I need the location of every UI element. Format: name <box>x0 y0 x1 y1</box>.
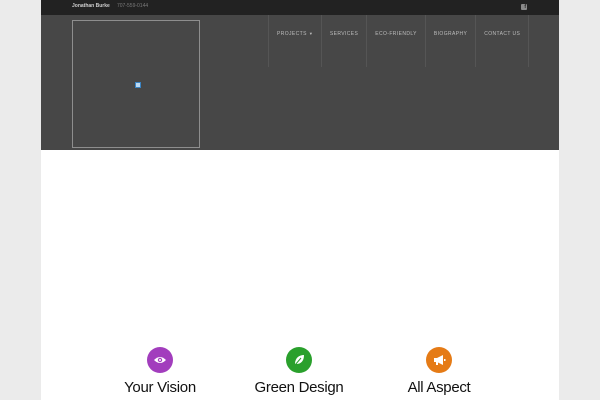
megaphone-icon <box>426 347 452 373</box>
top-bar: Jonathan Burke 707-559-0144 f <box>41 0 559 15</box>
feature-all-aspect: All Aspect <box>369 347 509 396</box>
nav-item-projects[interactable]: Projects ▼ <box>268 15 321 67</box>
feature-your-vision: Your Vision <box>90 347 230 396</box>
owner-name: Jonathan Burke <box>72 3 110 9</box>
feature-title: Your Vision <box>124 379 196 396</box>
main-nav: Projects ▼ Services Eco-Friendly Biograp… <box>268 15 530 67</box>
leaf-icon <box>286 347 312 373</box>
page-container: Jonathan Burke 707-559-0144 f Projects ▼… <box>41 0 559 400</box>
feature-title: All Aspect <box>407 379 471 396</box>
site-header: Projects ▼ Services Eco-Friendly Biograp… <box>41 15 559 150</box>
chevron-down-icon: ▼ <box>308 31 313 36</box>
phone-number[interactable]: 707-559-0144 <box>117 3 148 9</box>
facebook-icon[interactable]: f <box>521 4 527 10</box>
nav-item-contact-us[interactable]: Contact Us <box>475 15 530 67</box>
feature-title: Green Design <box>254 379 344 396</box>
nav-item-eco-friendly[interactable]: Eco-Friendly <box>366 15 425 67</box>
eye-icon <box>147 347 173 373</box>
broken-image-icon <box>135 82 141 88</box>
nav-item-biography[interactable]: Biography <box>424 15 475 67</box>
nav-item-services[interactable]: Services <box>320 15 366 67</box>
logo-image[interactable] <box>72 20 200 148</box>
feature-green-design: Green Design <box>229 347 369 396</box>
